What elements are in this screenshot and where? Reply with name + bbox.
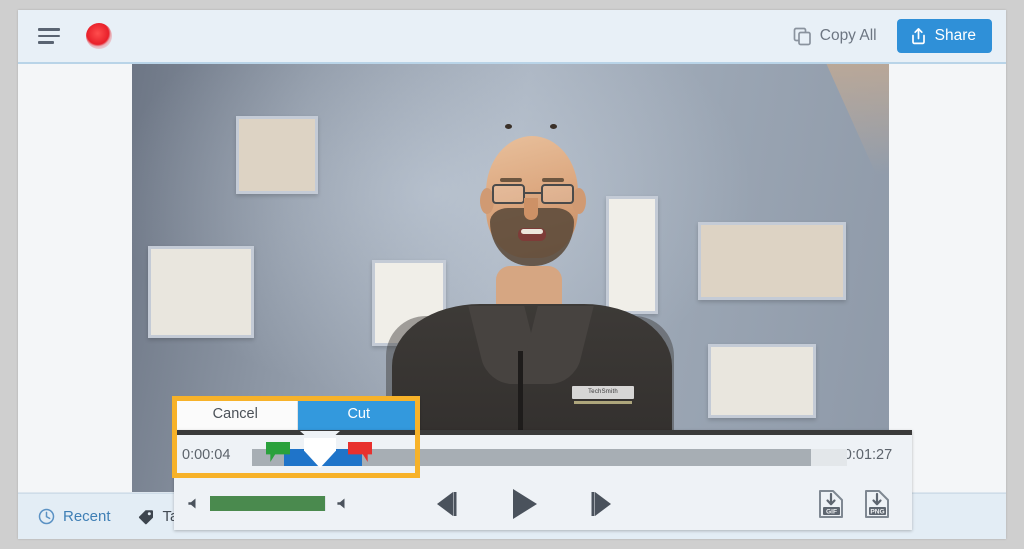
wall-picture	[148, 246, 254, 338]
eye-left	[505, 124, 512, 129]
cut-dialog: Cancel Cut	[174, 398, 420, 430]
share-upload-icon	[910, 27, 927, 45]
recent-button[interactable]: Recent	[38, 508, 111, 525]
play-icon[interactable]	[507, 486, 541, 522]
cut-button[interactable]: Cut	[297, 398, 420, 430]
header-left-group	[38, 23, 112, 49]
volume-slider[interactable]	[210, 496, 326, 511]
previous-frame-icon[interactable]	[431, 489, 459, 519]
export-buttons: GIF PNG	[816, 488, 912, 520]
wall-picture	[236, 116, 318, 194]
timeline-scrubber[interactable]	[252, 431, 847, 475]
ear-right	[572, 188, 586, 214]
clock-icon	[38, 508, 55, 525]
current-time-label: 0:00:04	[182, 447, 231, 463]
glasses-bridge	[525, 192, 541, 194]
gif-label: GIF	[826, 508, 837, 515]
copy-icon	[793, 27, 812, 46]
volume-group	[174, 496, 350, 511]
eye-right	[550, 124, 557, 129]
record-dot-icon[interactable]	[86, 23, 112, 49]
scrubber-track-tail[interactable]	[811, 449, 847, 466]
png-label: PNG	[870, 508, 884, 515]
eyebrow-left	[500, 178, 522, 182]
download-gif-icon[interactable]: GIF	[816, 488, 846, 520]
editor-body: TechSmith Cancel Cut 0:00:04 0:01:27 GIF…	[18, 64, 1006, 530]
app-header: Copy All Share	[18, 10, 1006, 64]
wall-picture	[698, 222, 846, 300]
lens-left	[492, 184, 525, 204]
nose	[524, 198, 538, 220]
download-png-icon[interactable]: PNG	[862, 488, 892, 520]
speaker-low-icon[interactable]	[186, 496, 201, 511]
cancel-button[interactable]: Cancel	[174, 398, 298, 430]
video-controls-overlay: Cancel Cut 0:00:04 0:01:27 GIF PNG	[174, 398, 912, 530]
selection-start-marker[interactable]	[266, 442, 290, 462]
app-window: Copy All Share TechSmith Cancel Cut 0:00…	[18, 10, 1006, 539]
start-flag-icon	[266, 442, 290, 462]
header-right-group: Copy All Share	[789, 19, 992, 53]
speaker-icon[interactable]	[335, 496, 350, 511]
timeline-row: 0:00:04 0:01:27	[174, 431, 912, 475]
playback-buttons	[350, 486, 816, 522]
eyebrow-right	[542, 178, 564, 182]
recent-label: Recent	[63, 508, 111, 525]
playback-panel: 0:00:04 0:01:27 GIF PNG	[174, 430, 912, 530]
end-flag-icon	[348, 442, 372, 462]
footer-left-group: Recent Tag	[38, 508, 187, 526]
teeth	[521, 229, 543, 234]
hamburger-menu-icon[interactable]	[38, 25, 64, 47]
copy-all-label: Copy All	[819, 27, 877, 44]
selection-end-marker[interactable]	[348, 442, 372, 462]
lens-right	[541, 184, 574, 204]
volume-level-fill	[210, 496, 325, 511]
tag-icon	[137, 508, 155, 526]
share-label: Share	[934, 27, 976, 44]
share-button[interactable]: Share	[896, 19, 992, 53]
transport-row: GIF PNG	[174, 477, 912, 530]
next-frame-icon[interactable]	[589, 489, 617, 519]
copy-all-button[interactable]: Copy All	[789, 21, 881, 52]
